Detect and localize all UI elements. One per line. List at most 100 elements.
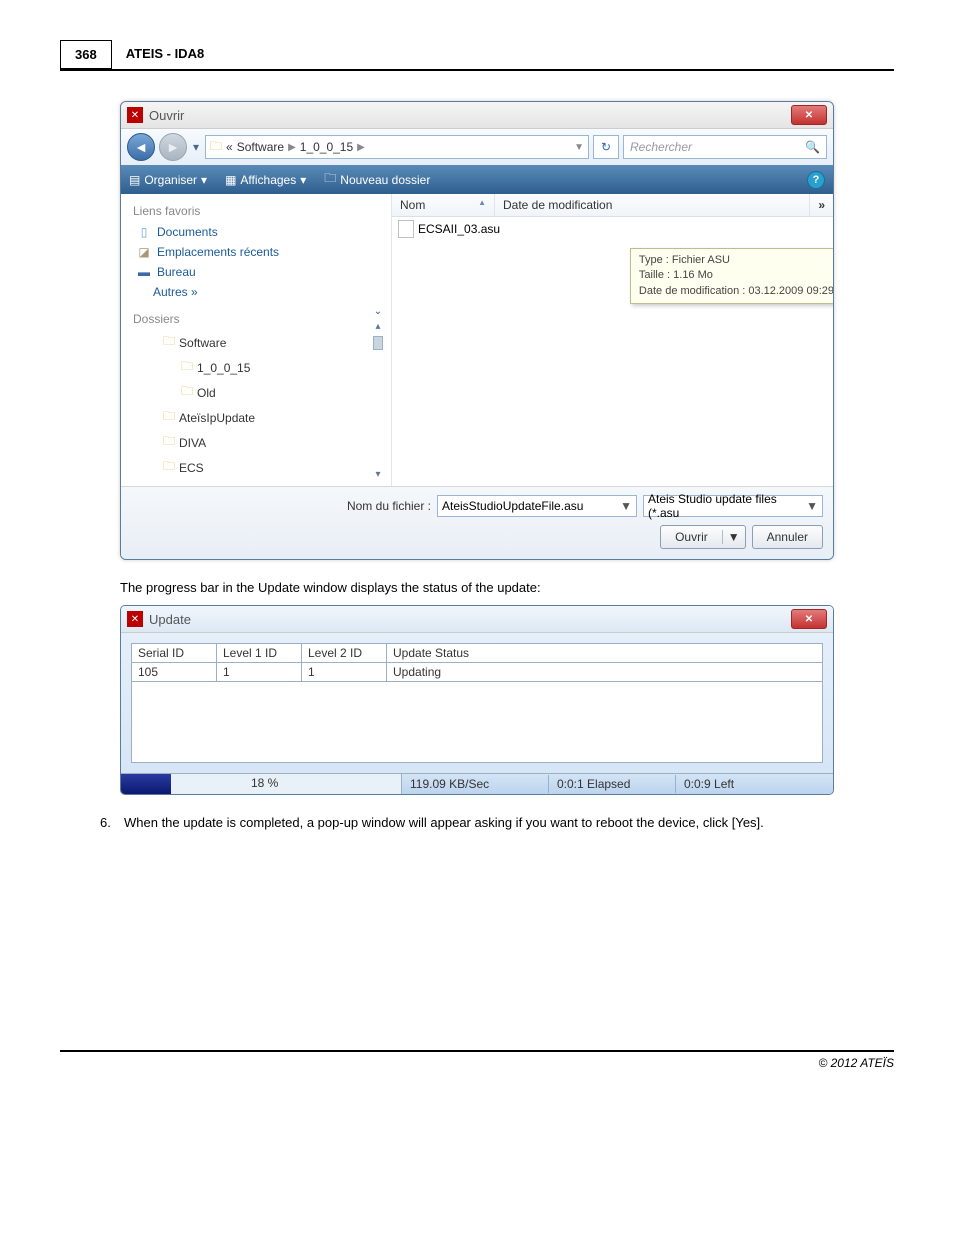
- page-footer: © 2012 ATEÏS: [60, 1050, 894, 1070]
- sidebar: Liens favoris ▯ Documents ◪ Emplacements…: [121, 194, 392, 486]
- column-header-date[interactable]: Date de modification: [495, 194, 810, 216]
- forward-button[interactable]: ►: [159, 133, 187, 161]
- organize-button[interactable]: ▤ Organiser ▾: [129, 173, 207, 187]
- folder-icon: 🗀: [324, 169, 336, 190]
- sidebar-item-others[interactable]: Autres »: [125, 282, 387, 302]
- cancel-button[interactable]: Annuler: [752, 525, 823, 549]
- folder-icon: 🗀: [181, 382, 193, 403]
- tooltip-line: Taille : 1.16 Mo: [639, 268, 834, 283]
- cell-serial: 105: [132, 663, 217, 682]
- tree-item-ecs[interactable]: 🗀 ECS: [125, 455, 369, 480]
- cell-status: Updating: [387, 663, 822, 682]
- table-header-row: Serial ID Level 1 ID Level 2 ID Update S…: [132, 644, 822, 663]
- search-icon: 🔍: [805, 140, 820, 154]
- dropdown-icon[interactable]: ▼: [620, 499, 632, 513]
- sidebar-label: Autres »: [153, 285, 198, 299]
- app-icon: ✕: [127, 107, 143, 123]
- table-row: 105 1 1 Updating: [132, 663, 822, 682]
- open-file-dialog: ✕ Ouvrir ✕ ◄ ► ▾ 🗀 « Software ▶ 1_0_0_15…: [120, 101, 834, 560]
- organize-icon: ▤: [129, 173, 140, 187]
- dropdown-icon[interactable]: ▼: [723, 530, 745, 544]
- close-button[interactable]: ✕: [791, 105, 827, 125]
- tooltip-line: Date de modification : 03.12.2009 09:29: [639, 284, 834, 299]
- breadcrumb-seg2[interactable]: 1_0_0_15: [300, 140, 353, 154]
- refresh-button[interactable]: ↻: [593, 135, 619, 159]
- status-elapsed: 0:0:1 Elapsed: [549, 775, 676, 793]
- views-button[interactable]: ▦ Affichages ▾: [225, 173, 306, 187]
- update-table: Serial ID Level 1 ID Level 2 ID Update S…: [131, 643, 823, 763]
- tree-item-ateisip[interactable]: 🗀AteïsIpUpdate: [125, 405, 369, 430]
- tree-label: Software: [179, 336, 226, 350]
- column-header-name[interactable]: Nom ▲: [392, 194, 495, 216]
- folders-heading[interactable]: Dossiers: [125, 308, 369, 330]
- breadcrumb-prefix: «: [226, 140, 233, 154]
- dropdown-icon[interactable]: ▼: [806, 499, 818, 513]
- toolbar: ▤ Organiser ▾ ▦ Affichages ▾ 🗀 Nouveau d…: [121, 165, 833, 194]
- file-row[interactable]: ECSAII_03.asu: [392, 217, 833, 241]
- sidebar-item-recent[interactable]: ◪ Emplacements récents: [125, 242, 387, 262]
- file-tooltip: Type : Fichier ASU Taille : 1.16 Mo Date…: [630, 248, 834, 304]
- tree-item-version[interactable]: 🗀1_0_0_15: [125, 355, 369, 380]
- breadcrumb[interactable]: 🗀 « Software ▶ 1_0_0_15 ▶ ▼: [205, 135, 589, 159]
- tooltip-line: Type : Fichier ASU: [639, 253, 834, 268]
- views-label: Affichages: [240, 173, 296, 187]
- page-number: 368: [60, 40, 112, 69]
- views-icon: ▦: [225, 173, 236, 187]
- favorites-heading: Liens favoris: [125, 200, 387, 222]
- tree-item-old[interactable]: 🗀Old: [125, 380, 369, 405]
- sidebar-item-desktop[interactable]: ▬ Bureau: [125, 262, 387, 282]
- sort-asc-icon: ▲: [478, 198, 486, 212]
- filename-value: AteisStudioUpdateFile.asu: [442, 499, 583, 513]
- progress-bar: 18 %: [121, 774, 402, 794]
- chevron-right-icon: ▶: [288, 142, 296, 153]
- tree-label: ECS: [179, 461, 204, 475]
- organize-label: Organiser: [144, 173, 197, 187]
- chevron-down-icon: ▾: [201, 173, 207, 187]
- help-button[interactable]: ?: [807, 171, 825, 189]
- titlebar: ✕ Update ✕: [121, 606, 833, 633]
- step-number: 6.: [100, 815, 124, 830]
- status-bar: 18 % 119.09 KB/Sec 0:0:1 Elapsed 0:0:9 L…: [121, 773, 833, 794]
- sidebar-item-documents[interactable]: ▯ Documents: [125, 222, 387, 242]
- status-rate: 119.09 KB/Sec: [402, 775, 549, 793]
- col-level1: Level 1 ID: [217, 644, 302, 663]
- more-columns-button[interactable]: »: [810, 194, 833, 216]
- cell-level1: 1: [217, 663, 302, 682]
- step-content: When the update is completed, a pop-up w…: [124, 815, 764, 830]
- dropdown-icon[interactable]: ▼: [574, 142, 584, 153]
- cell-level2: 1: [302, 663, 387, 682]
- breadcrumb-seg1[interactable]: Software: [237, 140, 284, 154]
- file-list: Nom ▲ Date de modification » ECSAII_03.a…: [392, 194, 833, 486]
- close-button[interactable]: ✕: [791, 609, 827, 629]
- back-button[interactable]: ◄: [127, 133, 155, 161]
- open-label: Ouvrir: [661, 530, 723, 544]
- tree-label: 1_0_0_15: [197, 361, 250, 375]
- filetype-filter[interactable]: Ateis Studio update files (*.asu ▼: [643, 495, 823, 517]
- file-name: ECSAII_03.asu: [418, 222, 500, 236]
- col-status: Update Status: [387, 644, 822, 663]
- table-blank: [132, 682, 822, 762]
- file-icon: [398, 220, 414, 238]
- open-button[interactable]: Ouvrir ▼: [660, 525, 746, 549]
- new-folder-button[interactable]: 🗀 Nouveau dossier: [324, 169, 430, 190]
- col-label: Nom: [400, 198, 425, 212]
- caption-text: The progress bar in the Update window di…: [120, 580, 834, 595]
- nav-history-dropdown[interactable]: ▾: [191, 139, 201, 155]
- filename-input[interactable]: AteisStudioUpdateFile.asu ▼: [437, 495, 637, 517]
- chevron-down-icon: ⌄: [374, 306, 382, 317]
- search-input[interactable]: Rechercher 🔍: [623, 135, 827, 159]
- sidebar-scrollbar[interactable]: ⌄ ▴ ▾: [369, 302, 387, 480]
- sidebar-label: Bureau: [157, 265, 196, 279]
- search-placeholder: Rechercher: [630, 140, 692, 154]
- step-6: 6. When the update is completed, a pop-u…: [100, 815, 854, 830]
- tree-label: AteïsIpUpdate: [179, 411, 255, 425]
- scroll-thumb[interactable]: [373, 336, 383, 350]
- scroll-up-icon: ▴: [375, 321, 380, 332]
- tree-item-software[interactable]: 🗀Software: [125, 330, 369, 355]
- tree-item-diva[interactable]: 🗀DIVA: [125, 430, 369, 455]
- folder-icon: 🗀: [163, 457, 175, 478]
- documents-icon: ▯: [137, 225, 151, 239]
- filter-value: Ateis Studio update files (*.asu: [648, 492, 806, 520]
- recent-icon: ◪: [137, 245, 151, 259]
- page-title: ATEIS - IDA8: [112, 40, 219, 69]
